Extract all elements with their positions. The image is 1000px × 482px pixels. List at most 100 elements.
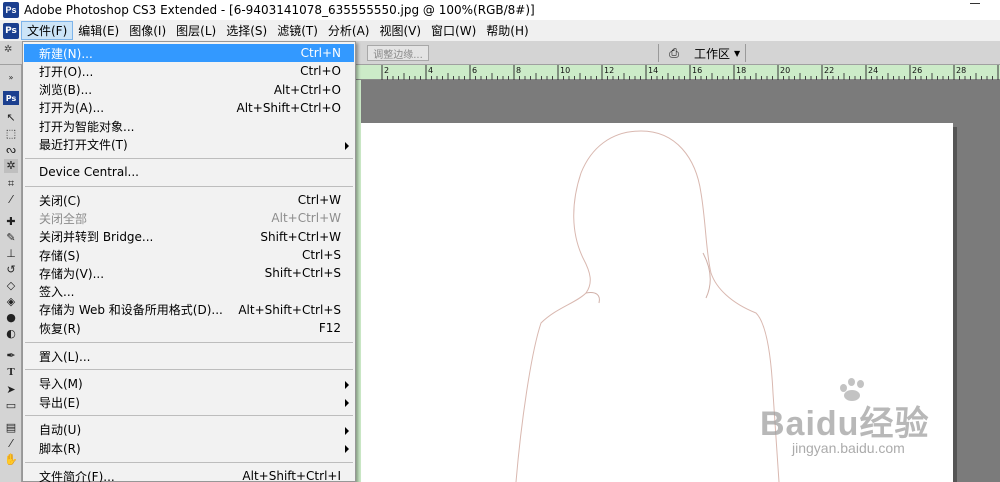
pen-tool-icon[interactable]: ✒ [4,349,18,363]
app-menu-icon[interactable]: Ps [3,22,19,39]
eyedropper-tool-icon[interactable]: ⁄ [4,437,18,451]
dodge-tool-icon[interactable]: ◐ [4,327,18,341]
file-menu-item[interactable]: 置入(L)... [24,347,354,365]
workspace-label: 工作区 [694,46,731,61]
menu-item-label: 打开为智能对象... [39,119,135,134]
menu-item-label: 存储为(V)... [39,266,105,281]
ruler-label: 2 [384,66,389,75]
submenu-arrow-icon [345,445,349,454]
menu-select[interactable]: 选择(S) [221,21,272,40]
bridge-icon[interactable]: ⎙ [665,46,683,60]
ruler-label: 18 [736,66,746,75]
options-divider-2 [745,44,746,62]
menu-window[interactable]: 窗口(W) [426,21,481,40]
menu-analysis[interactable]: 分析(A) [323,21,375,40]
paint-bucket-icon[interactable]: ◈ [4,295,18,309]
file-menu-item[interactable]: 导入(M) [24,375,354,393]
marquee-tool-icon[interactable]: ⬚ [4,127,18,141]
brush-tool-icon[interactable]: ✎ [4,231,18,245]
menu-item-label: 恢复(R) [39,321,81,336]
menu-item-label: 导入(M) [39,377,83,392]
menu-item-shortcut: Alt+Shift+Ctrl+S [238,302,341,317]
file-menu-item[interactable]: 最近打开文件(T) [24,136,354,154]
eraser-tool-icon[interactable]: ◇ [4,279,18,293]
minimize-icon[interactable] [970,3,980,4]
menu-item-label: 置入(L)... [39,349,91,364]
menu-item-label: 打开为(A)... [39,101,105,116]
ruler-label: 16 [692,66,702,75]
ruler-label: 6 [472,66,477,75]
menu-item-label: 存储为 Web 和设备所用格式(D)... [39,303,223,318]
menu-item-label: 打开(O)... [39,64,94,79]
type-tool-icon[interactable]: T [4,365,18,379]
crop-tool-icon[interactable]: ⌗ [4,177,18,191]
path-selection-icon[interactable]: ➤ [4,383,18,397]
menu-layer[interactable]: 图层(L) [171,21,221,40]
hand-tool-icon[interactable]: ✋ [4,453,18,467]
file-menu-item[interactable]: 自动(U) [24,421,354,439]
baidu-watermark: Baidu经验 jingyan.baidu.com [760,378,1000,468]
window-title: Adobe Photoshop CS3 Extended - [6-940314… [24,3,535,17]
ruler-label: 26 [912,66,922,75]
file-menu-item[interactable]: 文件简介(F)... Alt+Shift+Ctrl+I [24,467,354,482]
top-ruler[interactable]: 24681012141618202224262830 [355,65,1000,80]
submenu-arrow-icon [345,380,349,389]
ruler-label: 28 [956,66,966,75]
stamp-tool-icon[interactable]: ⊥ [4,247,18,261]
file-menu-item[interactable]: 存储为 Web 和设备所用格式(D)... Alt+Shift+Ctrl+S [24,301,354,319]
file-menu-item[interactable]: 新建(N)... Ctrl+N [24,44,354,62]
notes-tool-icon[interactable]: ▤ [4,421,18,435]
menu-item-label: 自动(U) [39,423,82,438]
menu-separator [25,369,353,371]
menu-item-label: 关闭全部 [39,211,88,226]
menu-item-label: 导出(E) [39,395,80,410]
refine-edge-button[interactable]: 调整边缘... [367,45,429,61]
file-menu-item[interactable]: 关闭并转到 Bridge... Shift+Ctrl+W [24,228,354,246]
magic-wand-tool-icon[interactable]: ✲ [4,44,16,62]
submenu-arrow-icon [345,141,349,150]
photoshop-logo-icon: Ps [3,2,19,18]
menu-image[interactable]: 图像(I) [124,21,171,40]
panel-collapse-icon[interactable]: » [4,71,18,85]
file-menu-item[interactable]: 脚本(R) [24,439,354,457]
move-tool-icon[interactable]: ↖ [4,111,18,125]
healing-brush-icon[interactable]: ✚ [4,215,18,229]
menu-item-label: 新建(N)... [39,46,93,61]
ruler-label: 4 [428,66,433,75]
file-menu-item[interactable]: 打开为智能对象... [24,117,354,135]
slice-tool-icon[interactable]: ⁄ [4,193,18,207]
options-divider [658,44,659,62]
menu-item-shortcut: Ctrl+W [297,193,341,208]
file-menu-item[interactable]: 导出(E) [24,393,354,411]
ruler-label: 8 [516,66,521,75]
menu-filter[interactable]: 滤镜(T) [272,21,323,40]
blur-tool-icon[interactable]: ● [4,311,18,325]
file-menu-item[interactable]: 打开(O)... Ctrl+O [24,62,354,80]
file-menu-item[interactable]: 打开为(A)... Alt+Shift+Ctrl+O [24,99,354,117]
menu-item-label: 关闭(C) [39,193,81,208]
menu-file[interactable]: 文件(F) [21,21,74,40]
file-menu-item[interactable]: 浏览(B)... Alt+Ctrl+O [24,81,354,99]
watermark-url: jingyan.baidu.com [792,440,905,456]
file-menu-item[interactable]: Device Central... [24,163,354,181]
rectangle-tool-icon[interactable]: ▭ [4,399,18,413]
menu-item-shortcut: Alt+Shift+Ctrl+O [236,100,341,115]
workspace-button[interactable]: 工作区 ▼ [690,44,744,62]
file-menu-item[interactable]: 恢复(R) F12 [24,319,354,337]
menu-item-label: 文件简介(F)... [39,469,115,482]
lasso-tool-icon[interactable]: ᔓ [4,143,18,157]
menu-separator [25,415,353,417]
file-menu-item[interactable]: 签入... [24,283,354,301]
magic-wand-icon[interactable]: ✲ [4,159,18,173]
file-menu-item[interactable]: 关闭(C) Ctrl+W [24,191,354,209]
menu-item-shortcut: Shift+Ctrl+W [260,229,341,244]
menu-view[interactable]: 视图(V) [374,21,426,40]
menu-help[interactable]: 帮助(H) [481,21,533,40]
menu-edit[interactable]: 编辑(E) [73,21,124,40]
file-menu-item[interactable]: 存储(S) Ctrl+S [24,246,354,264]
ruler-label: 20 [780,66,790,75]
menu-item-shortcut: Ctrl+S [301,248,341,262]
file-menu-item[interactable]: 存储为(V)... Shift+Ctrl+S [24,264,354,282]
menu-item-label: 签入... [39,285,75,300]
history-brush-icon[interactable]: ↺ [4,263,18,277]
